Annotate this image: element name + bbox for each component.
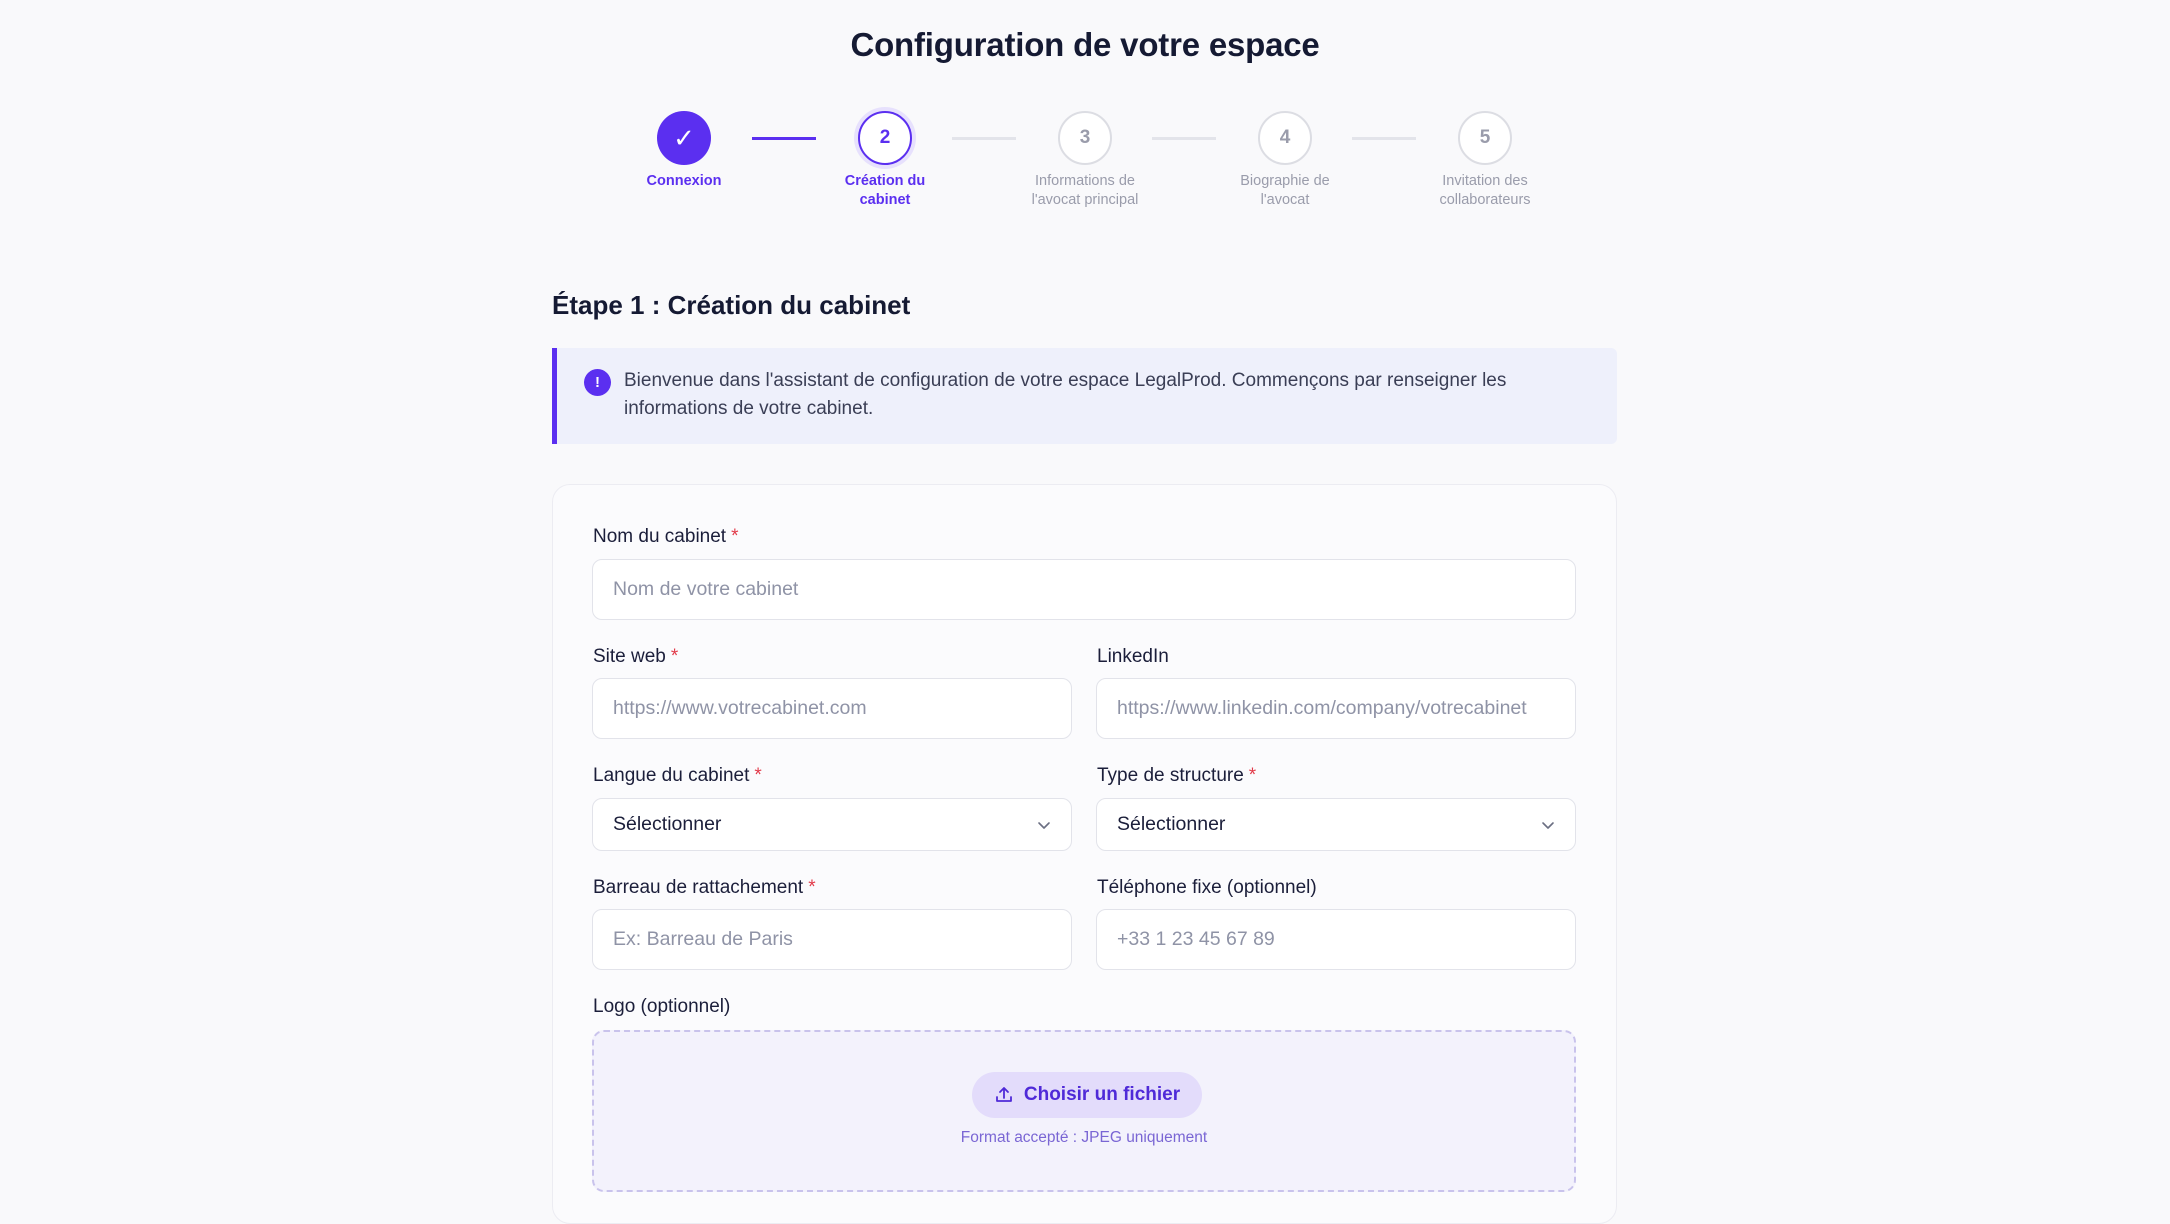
placeholder: Ex: Barreau de Paris [613, 928, 793, 950]
info-text: Bienvenue dans l'assistant de configurat… [624, 370, 1507, 419]
label-text: Site web [593, 646, 666, 667]
chevron-down-icon [1038, 821, 1050, 829]
label-text: Nom du cabinet [593, 526, 727, 547]
linkedin-label: LinkedIn [1097, 646, 1169, 668]
step-number: 3 [1058, 111, 1112, 165]
step-connector [952, 137, 1016, 140]
check-icon: ✓ [657, 111, 711, 165]
label-text: Téléphone fixe (optionnel) [1097, 877, 1317, 898]
label-text: Langue du cabinet [593, 765, 750, 786]
button-label: Choisir un fichier [1023, 1084, 1181, 1105]
step-connector [1152, 137, 1216, 140]
step-number: 4 [1258, 111, 1312, 165]
logo-label: Logo (optionnel) [593, 996, 730, 1018]
step-label: Informations de l'avocat principal [1031, 173, 1139, 208]
placeholder: https://www.votrecabinet.com [613, 697, 867, 719]
logo-dropzone[interactable]: Choisir un fichier Format accepté : JPEG… [592, 1030, 1576, 1192]
section-title: Étape 1 : Création du cabinet [552, 290, 911, 320]
placeholder: Nom de votre cabinet [613, 578, 799, 600]
barreau-label: Barreau de rattachement * [593, 877, 816, 899]
step-connector [752, 137, 816, 140]
barreau-input[interactable]: Ex: Barreau de Paris [592, 909, 1072, 970]
required-mark: * [1248, 765, 1257, 786]
placeholder: https://www.linkedin.com/company/votreca… [1117, 697, 1527, 719]
label-text: LinkedIn [1097, 646, 1169, 667]
site-web-label: Site web * [593, 646, 678, 668]
info-banner: ! Bienvenue dans l'assistant de configur… [552, 348, 1617, 444]
required-mark: * [670, 646, 679, 667]
label-text: Barreau de rattachement [593, 877, 804, 898]
info-icon: ! [584, 369, 611, 396]
upload-hint: Format accepté : JPEG uniquement [960, 1129, 1208, 1146]
step-number: 5 [1458, 111, 1512, 165]
nom-cabinet-label: Nom du cabinet * [593, 526, 738, 548]
required-mark: * [808, 877, 816, 898]
placeholder: +33 1 23 45 67 89 [1117, 928, 1275, 950]
step-number: 2 [858, 111, 912, 165]
select-value: Sélectionner [613, 813, 722, 835]
telephone-label: Téléphone fixe (optionnel) [1097, 877, 1317, 899]
required-mark: * [754, 765, 762, 786]
select-value: Sélectionner [1117, 813, 1226, 835]
stepper: ✓ Connexion 2 Création du cabinet 3 Info… [0, 0, 2170, 240]
linkedin-input[interactable]: https://www.linkedin.com/company/votreca… [1096, 678, 1576, 739]
step-label: Invitation des collaborateurs [1439, 173, 1531, 208]
label-text: Type de structure [1097, 765, 1244, 786]
label-text: Logo (optionnel) [593, 996, 731, 1017]
langue-label: Langue du cabinet * [593, 765, 762, 787]
structure-label: Type de structure * [1097, 765, 1256, 787]
telephone-input[interactable]: +33 1 23 45 67 89 [1096, 909, 1576, 970]
step-label: Connexion [646, 173, 722, 189]
step-label: Création du cabinet [844, 173, 926, 208]
chevron-down-icon [1542, 821, 1554, 829]
step-connector [1352, 137, 1416, 140]
nom-cabinet-input[interactable]: Nom de votre cabinet [592, 559, 1576, 620]
required-mark: * [731, 526, 739, 547]
step-label: Biographie de l'avocat [1240, 173, 1330, 208]
site-web-input[interactable]: https://www.votrecabinet.com [592, 678, 1072, 739]
structure-select[interactable]: Sélectionner [1096, 798, 1576, 851]
upload-icon [995, 1087, 1012, 1102]
langue-select[interactable]: Sélectionner [592, 798, 1072, 851]
choose-file-button[interactable]: Choisir un fichier [972, 1072, 1202, 1118]
